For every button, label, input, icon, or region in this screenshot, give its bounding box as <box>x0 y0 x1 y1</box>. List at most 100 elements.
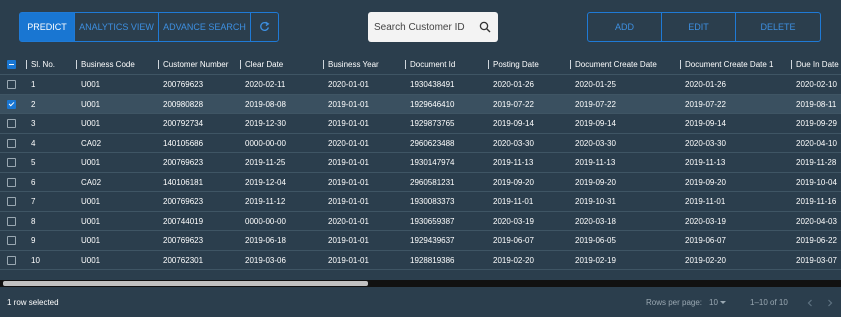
table-row[interactable]: 9 U001 200769623 2019-06-18 2019-01-01 192943… <box>0 231 841 251</box>
cell-document-id: 1929873765 <box>410 119 455 128</box>
cell-document-create-date-1: 2019-11-13 <box>685 158 726 167</box>
cell-clear-date: 2019-08-08 <box>245 99 286 109</box>
cell-clear-date: 2019-11-25 <box>245 158 286 167</box>
cell-business-year: 2019-01-01 <box>328 197 369 206</box>
cell-posting-date: 2019-06-07 <box>493 236 534 245</box>
cell-clear-date: 0000-00-00 <box>245 216 286 226</box>
table-row[interactable]: 10 U001 200762301 2019-03-06 2019-01-01 19288… <box>0 251 841 270</box>
cell-due-in-date: 2019-11-28 <box>796 158 837 167</box>
horizontal-scrollbar[interactable] <box>0 280 841 287</box>
cell-business-code: U001 <box>81 80 101 89</box>
cell-customer-number: 200762301 <box>163 255 204 265</box>
cell-posting-date: 2020-03-30 <box>493 138 534 148</box>
action-button-group: PREDICT ANALYTICS VIEW ADVANCE SEARCH <box>19 12 279 42</box>
cell-document-id: 2960581231 <box>410 177 455 187</box>
column-header-due-in-date[interactable]: Due In Date <box>791 55 841 75</box>
cell-posting-date: 2020-01-26 <box>493 80 534 89</box>
cell-due-in-date: 2019-06-22 <box>796 236 837 245</box>
column-header-posting-date[interactable]: Posting Date <box>488 55 575 75</box>
select-all-checkbox[interactable] <box>7 60 16 69</box>
cell-customer-number: 200769623 <box>163 236 204 245</box>
cell-business-code: U001 <box>81 197 101 206</box>
column-header-customer-number[interactable]: Customer Number <box>158 55 245 75</box>
cell-document-id: 2960623488 <box>410 138 455 148</box>
column-header-business-year[interactable]: Business Year <box>323 55 410 75</box>
table-row[interactable]: 2 U001 200980828 2019-08-08 2019-01-01 192964… <box>0 94 841 114</box>
cell-document-create-date: 2019-07-22 <box>575 99 616 109</box>
cell-sl-no: 4 <box>31 138 36 148</box>
cell-sl-no: 6 <box>31 177 36 187</box>
cell-posting-date: 2019-09-20 <box>493 177 534 187</box>
row-checkbox[interactable] <box>7 236 16 245</box>
predict-button[interactable]: PREDICT <box>20 13 74 41</box>
row-checkbox[interactable] <box>7 216 16 226</box>
cell-sl-no: 9 <box>31 236 36 245</box>
cell-customer-number: 200744019 <box>163 216 204 226</box>
table-row[interactable]: 6 CA02 140106181 2019-12-04 2019-01-01 296058… <box>0 173 841 192</box>
cell-document-create-date-1: 2020-03-19 <box>685 216 726 226</box>
add-button[interactable]: ADD <box>588 13 661 41</box>
table-row[interactable]: 8 U001 200744019 0000-00-00 2020-01-01 193065… <box>0 212 841 231</box>
cell-due-in-date: 2019-08-11 <box>796 99 837 109</box>
row-checkbox[interactable] <box>7 197 16 206</box>
search-placeholder: Search Customer ID <box>374 21 465 33</box>
cell-sl-no: 1 <box>31 80 36 89</box>
cell-document-create-date-1: 2019-09-20 <box>685 177 726 187</box>
column-header-document-id[interactable]: Document Id <box>405 55 493 75</box>
row-checkbox[interactable] <box>7 99 16 109</box>
table-row[interactable]: 7 U001 200769623 2019-11-12 2019-01-01 193008… <box>0 192 841 212</box>
table-row[interactable]: 5 U001 200769623 2019-11-25 2019-01-01 193014… <box>0 153 841 173</box>
column-header-document-create-date-1[interactable]: Document Create Date 1 <box>680 55 796 75</box>
cell-document-create-date: 2019-06-05 <box>575 236 616 245</box>
cell-document-id: 1930083373 <box>410 197 455 206</box>
cell-document-create-date-1: 2020-03-30 <box>685 138 726 148</box>
cell-business-code: U001 <box>81 216 101 226</box>
row-checkbox[interactable] <box>7 138 16 148</box>
column-header-document-create-date[interactable]: Document Create Date <box>570 55 685 75</box>
chevron-right-icon[interactable] <box>824 297 836 309</box>
cell-sl-no: 10 <box>31 255 40 265</box>
dropdown-caret-icon[interactable] <box>720 301 726 304</box>
analytics-view-button[interactable]: ANALYTICS VIEW <box>74 13 158 41</box>
cell-business-year: 2020-01-01 <box>328 138 369 148</box>
cell-document-id: 1928819386 <box>410 255 455 265</box>
column-header-business-code[interactable]: Business Code <box>76 55 163 75</box>
table-footer: 1 row selected Rows per page: 10 1–10 of… <box>0 287 841 317</box>
column-header-sl-no[interactable]: Sl. No. <box>26 55 81 75</box>
refresh-button[interactable] <box>250 13 278 41</box>
cell-document-id: 1929439637 <box>410 236 455 245</box>
rows-per-page-label: Rows per page: <box>646 298 703 307</box>
row-checkbox[interactable] <box>7 119 16 128</box>
scrollbar-thumb[interactable] <box>3 281 368 286</box>
cell-customer-number: 200769623 <box>163 197 204 206</box>
cell-clear-date: 2019-06-18 <box>245 236 286 245</box>
cell-due-in-date: 2019-03-07 <box>796 255 837 265</box>
column-header-clear-date[interactable]: Clear Date <box>240 55 328 75</box>
edit-button[interactable]: EDIT <box>661 13 735 41</box>
row-checkbox[interactable] <box>7 255 16 265</box>
cell-clear-date: 0000-00-00 <box>245 138 286 148</box>
advance-search-button[interactable]: ADVANCE SEARCH <box>158 13 250 41</box>
cell-posting-date: 2019-11-13 <box>493 158 534 167</box>
delete-button[interactable]: DELETE <box>735 13 820 41</box>
search-customer-input[interactable]: Search Customer ID <box>368 12 498 42</box>
cell-clear-date: 2019-03-06 <box>245 255 286 265</box>
cell-business-code: CA02 <box>81 138 102 148</box>
cell-due-in-date: 2019-10-04 <box>796 177 837 187</box>
table-row[interactable]: 3 U001 200792734 2019-12-30 2019-01-01 192987… <box>0 114 841 134</box>
cell-posting-date: 2019-07-22 <box>493 99 534 109</box>
table-row[interactable]: 1 U001 200769623 2020-02-11 2020-01-01 193043… <box>0 75 841 95</box>
row-checkbox[interactable] <box>7 177 16 187</box>
row-checkbox[interactable] <box>7 158 16 167</box>
cell-posting-date: 2019-02-20 <box>493 255 534 265</box>
cell-document-create-date: 2019-11-13 <box>575 158 616 167</box>
table-row[interactable]: 4 CA02 140105686 0000-00-00 2020-01-01 296062… <box>0 134 841 153</box>
rows-per-page-select[interactable]: 10 <box>709 298 718 307</box>
cell-business-year: 2019-01-01 <box>328 158 369 167</box>
chevron-left-icon[interactable] <box>804 297 816 309</box>
cell-business-year: 2019-01-01 <box>328 99 369 109</box>
row-checkbox[interactable] <box>7 80 16 89</box>
toolbar: PREDICT ANALYTICS VIEW ADVANCE SEARCH Se… <box>0 0 841 55</box>
cell-business-code: U001 <box>81 255 101 265</box>
search-icon[interactable] <box>478 20 492 34</box>
